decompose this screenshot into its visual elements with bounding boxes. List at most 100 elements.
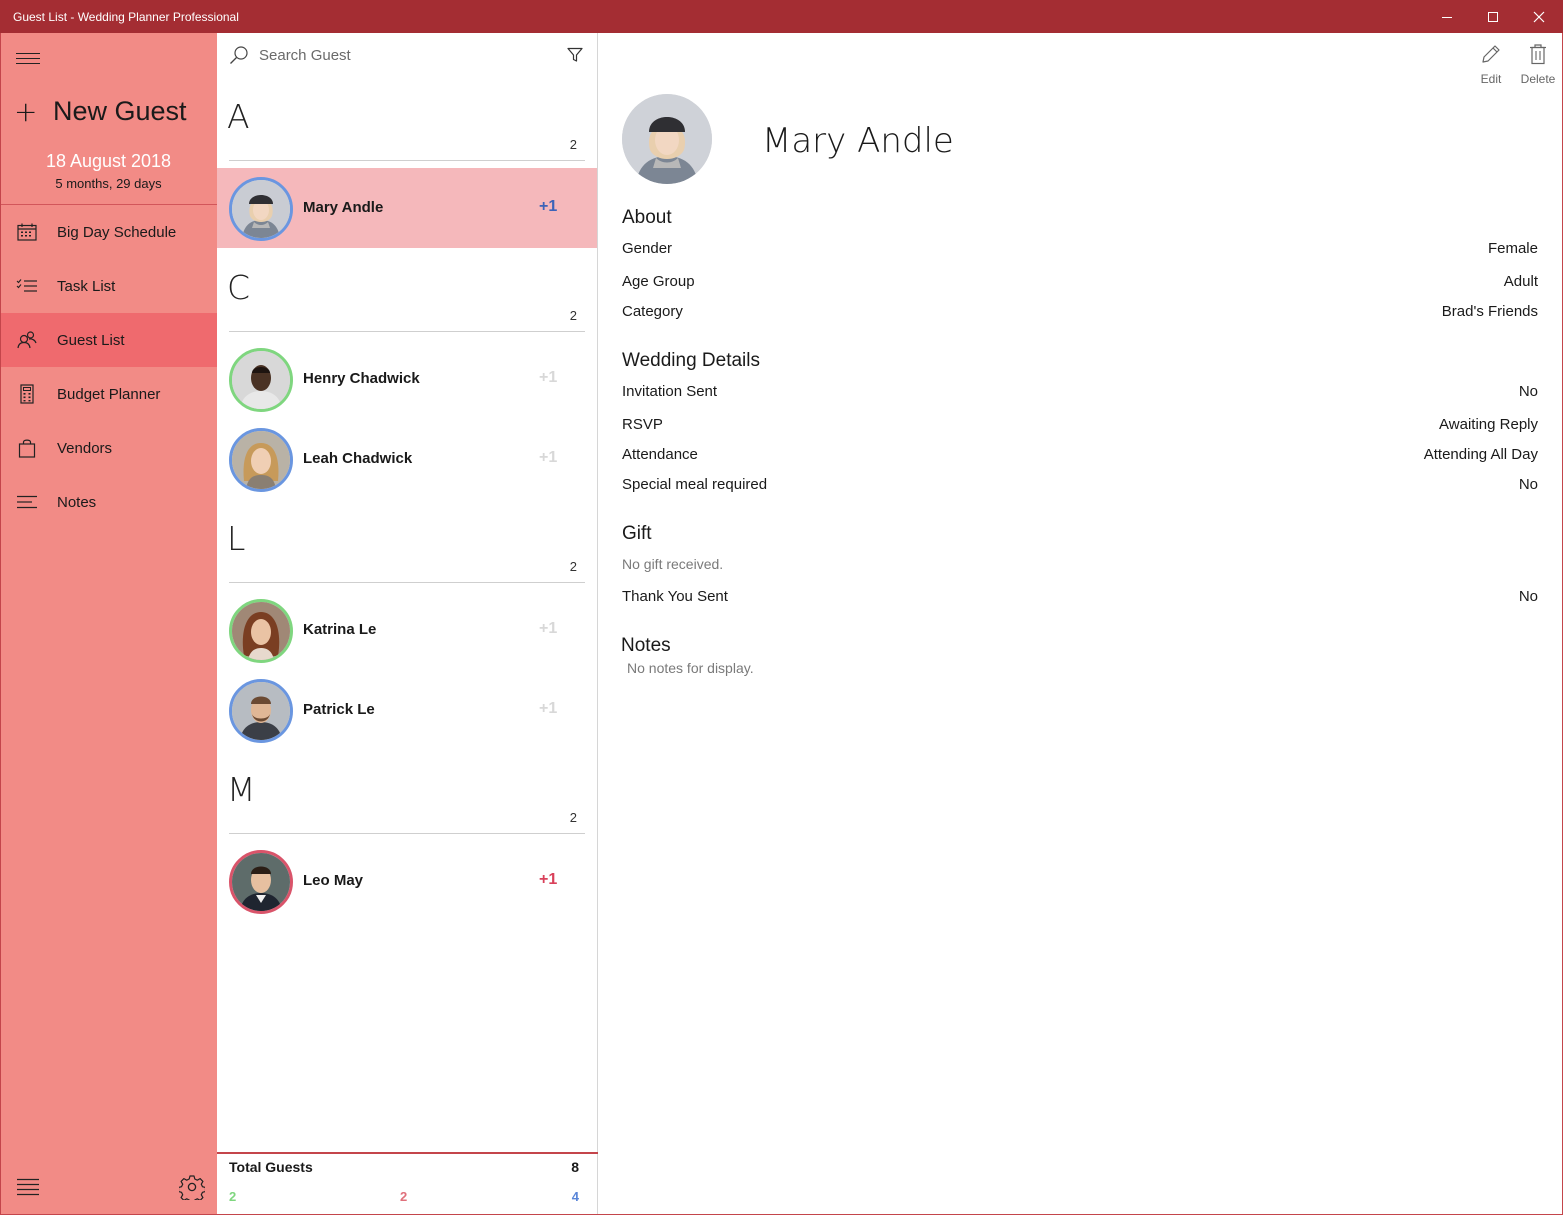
group-letter: A [227,97,250,136]
green-count: 2 [229,1189,237,1204]
detail-label: Invitation Sent [622,383,718,400]
group-count: 2 [569,308,577,323]
notes-heading: Notes [621,635,671,656]
calendar-icon [16,221,38,243]
plus-one-badge: +1 [539,700,558,717]
people-icon [16,329,38,351]
group-divider [229,331,585,332]
plus-one-badge: +1 [539,198,558,215]
filter-icon[interactable] [567,47,583,68]
guest-list-panel: A 2 Mary Andle +1 C 2 Henry Chadwick +1 … [217,33,598,1215]
edit-label: Edit [1480,72,1502,86]
close-button[interactable] [1516,0,1562,33]
new-guest-button[interactable]: + New Guest [14,95,187,128]
search-box [229,41,587,71]
guest-detail-panel: Edit Delete Mary Andle About Gender Fema… [598,33,1562,1214]
wedding-countdown: 5 months, 29 days [55,176,162,191]
invitation-sent-row: Invitation Sent No [622,383,1538,400]
category-row: Category Brad's Friends [622,303,1538,320]
guest-name: Leo May [303,872,364,889]
guest-row-henry-chadwick[interactable]: Henry Chadwick +1 [217,339,597,419]
guest-row-mary-andle[interactable]: Mary Andle +1 [217,168,597,248]
detail-value: Awaiting Reply [1439,416,1538,433]
calculator-icon [16,383,38,405]
avatar [229,850,293,914]
hamburger-menu-icon[interactable] [16,53,40,67]
group-letter: C [227,268,251,307]
notes-icon [16,491,38,513]
detail-label: Special meal required [622,476,768,493]
sidebar-item-label: Big Day Schedule [57,223,177,241]
detail-value: Attending All Day [1423,446,1538,463]
special-meal-row: Special meal required No [622,476,1538,493]
sidebar-item-task-list[interactable]: Task List [0,259,217,313]
detail-value: Adult [1503,273,1538,290]
plus-one-badge: +1 [539,620,558,637]
new-guest-label: New Guest [53,96,187,126]
totals-footer: Total Guests 8 2 2 4 [217,1152,598,1215]
gift-heading: Gift [622,523,652,544]
sidebar-nav: Big Day Schedule Task List Guest List Bu… [0,205,217,529]
delete-button[interactable]: Delete [1515,43,1561,93]
wedding-details-heading: Wedding Details [622,350,761,371]
gender-row: Gender Female [622,240,1538,257]
edit-button[interactable]: Edit [1468,43,1514,93]
sidebar-item-notes[interactable]: Notes [0,475,217,529]
list-view-icon[interactable] [17,1178,39,1196]
group-count: 2 [569,559,577,574]
detail-label: Age Group [622,273,695,290]
group-divider [229,833,585,834]
group-letter: L [227,519,246,558]
maximize-button[interactable] [1470,0,1516,33]
gift-text: No gift received. [622,556,724,572]
sidebar-item-label: Vendors [57,439,113,457]
plus-one-badge: +1 [539,449,558,466]
delete-label: Delete [1520,72,1556,86]
plus-one-badge: +1 [539,871,558,888]
checklist-icon [16,275,38,297]
guest-row-katrina-le[interactable]: Katrina Le +1 [217,590,597,670]
close-icon [1533,11,1545,22]
sidebar-item-guest-list[interactable]: Guest List [0,313,217,367]
red-count: 2 [400,1189,408,1204]
sidebar-item-big-day-schedule[interactable]: Big Day Schedule [0,205,217,259]
attendance-row: Attendance Attending All Day [622,446,1538,463]
blue-count: 4 [571,1189,579,1204]
sidebar-item-label: Task List [57,277,116,295]
avatar [229,599,293,663]
detail-value: Brad's Friends [1441,303,1538,320]
search-icon [229,45,249,70]
guest-row-patrick-le[interactable]: Patrick Le +1 [217,670,597,750]
guest-name: Leah Chadwick [303,450,413,467]
total-guests-label: Total Guests [229,1159,313,1175]
guest-row-leo-may[interactable]: Leo May +1 [217,841,597,921]
detail-label: Attendance [622,446,698,463]
detail-value: No [1518,383,1538,400]
wedding-date: 18 August 2018 [45,151,172,171]
profile-photo [622,94,712,184]
detail-label: Category [622,303,683,320]
sidebar-item-vendors[interactable]: Vendors [0,421,217,475]
group-divider [229,582,585,583]
sidebar-item-budget-planner[interactable]: Budget Planner [0,367,217,421]
search-input[interactable] [259,43,549,67]
settings-gear-icon[interactable] [177,1174,207,1204]
minimize-button[interactable] [1424,0,1470,33]
age-group-row: Age Group Adult [622,273,1538,290]
sidebar-item-label: Budget Planner [57,385,161,403]
guest-name: Patrick Le [303,701,375,718]
detail-value: Female [1487,240,1538,257]
window-title: Guest List - Wedding Planner Professiona… [13,10,239,24]
shopping-bag-icon [16,437,38,459]
guest-name: Katrina Le [303,621,377,638]
detail-label: RSVP [622,416,663,433]
detail-value: No [1518,476,1538,493]
avatar [229,428,293,492]
guest-detail-name: Mary Andle [762,121,954,161]
maximize-icon [1488,11,1498,22]
title-bar: Guest List - Wedding Planner Professiona… [0,0,1563,33]
guest-row-leah-chadwick[interactable]: Leah Chadwick +1 [217,419,597,499]
plus-one-badge: +1 [539,369,558,386]
detail-label: Thank You Sent [622,588,728,605]
notes-text: No notes for display. [627,660,754,676]
